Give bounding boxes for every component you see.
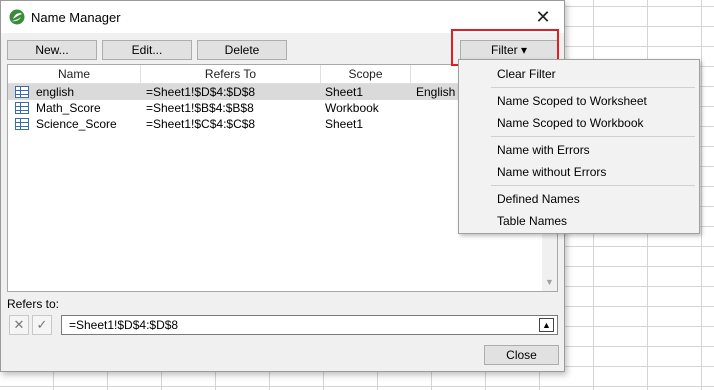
column-header-scope[interactable]: Scope bbox=[321, 65, 411, 83]
refers-to-label: Refers to: bbox=[7, 297, 60, 311]
scroll-down-icon[interactable]: ▼ bbox=[542, 275, 557, 289]
menu-item-scoped-worksheet[interactable]: Name Scoped to Worksheet bbox=[459, 90, 699, 112]
row-name: Science_Score bbox=[36, 117, 117, 131]
named-range-icon bbox=[15, 102, 29, 114]
close-icon[interactable]: ✕ bbox=[530, 5, 556, 29]
refers-to-input[interactable]: =Sheet1!$D$4:$D$8 bbox=[61, 315, 558, 335]
new-button[interactable]: New... bbox=[7, 40, 97, 60]
column-header-refers-to[interactable]: Refers To bbox=[141, 65, 321, 83]
row-scope: Workbook bbox=[325, 101, 379, 115]
row-refers-to: =Sheet1!$C$4:$C$8 bbox=[146, 117, 256, 131]
dialog-title: Name Manager bbox=[31, 10, 121, 25]
named-range-icon bbox=[15, 86, 29, 98]
menu-item-without-errors[interactable]: Name without Errors bbox=[459, 161, 699, 183]
delete-button[interactable]: Delete bbox=[197, 40, 287, 60]
menu-item-with-errors[interactable]: Name with Errors bbox=[459, 139, 699, 161]
close-button[interactable]: Close bbox=[484, 345, 559, 365]
cancel-edit-icon[interactable]: ✕ bbox=[9, 315, 29, 335]
row-scope: Sheet1 bbox=[325, 117, 364, 131]
row-name: english bbox=[36, 85, 75, 99]
edit-button[interactable]: Edit... bbox=[102, 40, 192, 60]
row-refers-to: =Sheet1!$B$4:$B$8 bbox=[146, 101, 254, 115]
menu-separator bbox=[491, 136, 695, 137]
app-leaf-icon bbox=[9, 9, 25, 25]
row-name: Math_Score bbox=[36, 101, 101, 115]
menu-item-defined-names[interactable]: Defined Names bbox=[459, 188, 699, 210]
menu-separator bbox=[491, 185, 695, 186]
row-comment: English s bbox=[416, 85, 461, 99]
filter-dropdown-menu: Clear Filter Name Scoped to Worksheet Na… bbox=[458, 59, 700, 234]
column-header-name[interactable]: Name bbox=[8, 65, 141, 83]
row-scope: Sheet1 bbox=[325, 85, 364, 99]
menu-item-clear-filter[interactable]: Clear Filter bbox=[459, 63, 699, 85]
menu-item-scoped-workbook[interactable]: Name Scoped to Workbook bbox=[459, 112, 699, 134]
named-range-icon bbox=[15, 118, 29, 130]
collapse-dialog-icon[interactable]: ▲ bbox=[539, 318, 554, 332]
menu-item-table-names[interactable]: Table Names bbox=[459, 210, 699, 232]
confirm-edit-icon[interactable]: ✓ bbox=[32, 315, 52, 335]
row-refers-to: =Sheet1!$D$4:$D$8 bbox=[146, 85, 256, 99]
menu-separator bbox=[491, 87, 695, 88]
